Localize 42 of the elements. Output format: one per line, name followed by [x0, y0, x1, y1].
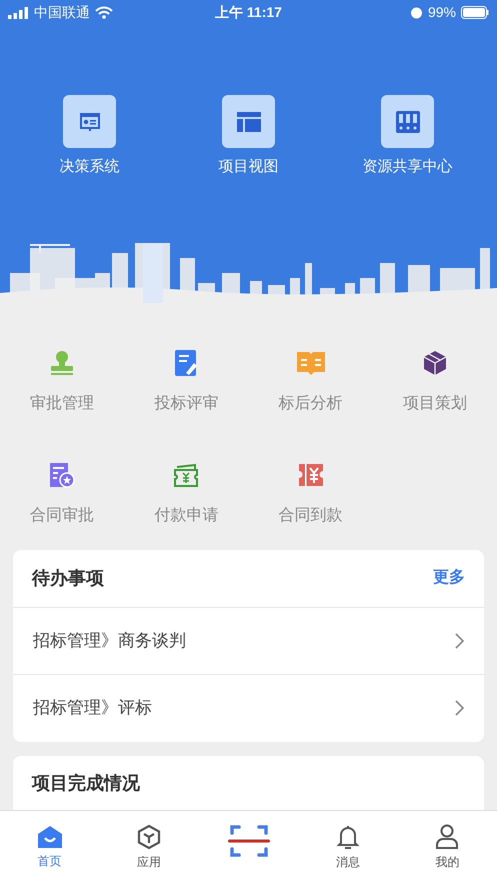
- layout-icon: [236, 112, 260, 132]
- tab-item[interactable]: 我的: [398, 811, 497, 883]
- person-icon: [435, 824, 460, 850]
- todo-item[interactable]: 招标管理》评标: [13, 674, 484, 742]
- binders-icon: [396, 110, 420, 132]
- scan-button[interactable]: [228, 823, 270, 859]
- open-book-icon: [296, 350, 326, 376]
- app-shortcut[interactable]: 审批管理: [0, 348, 124, 416]
- app-shortcut[interactable]: 合同到款: [248, 460, 373, 528]
- wifi-icon: [95, 6, 113, 19]
- document-star-icon: [49, 462, 76, 488]
- shortcut-button[interactable]: 决策系统: [30, 95, 150, 178]
- battery-icon: [461, 6, 489, 19]
- shortcut-button[interactable]: 资源共享中心: [348, 95, 468, 178]
- app-shortcut[interactable]: 付款申请: [124, 460, 248, 528]
- app-shortcut[interactable]: 项目策划: [372, 348, 497, 416]
- app-shortcut[interactable]: 标后分析: [248, 348, 373, 416]
- home-icon: [36, 824, 63, 848]
- tab-item[interactable]: 首页: [0, 811, 100, 883]
- box-icon: [422, 350, 447, 376]
- app-shortcut[interactable]: 投标评审: [124, 348, 248, 416]
- tab-item[interactable]: 应用: [99, 811, 199, 883]
- more-link[interactable]: 更多: [433, 566, 465, 590]
- todo-item[interactable]: 招标管理》商务谈判: [13, 608, 484, 674]
- battery-percent: 99%: [428, 3, 456, 22]
- status-time: 上午 11:17: [214, 3, 283, 22]
- card-title: 待办事项: [32, 566, 104, 590]
- card-title: 项目完成情况: [32, 772, 140, 792]
- tab-item[interactable]: 消息: [298, 811, 398, 883]
- stamp-icon: [50, 350, 74, 376]
- cube-icon: [137, 824, 162, 850]
- money-ticket-icon: [298, 462, 324, 486]
- signal-icon: [8, 6, 29, 18]
- document-edit-icon: [174, 348, 198, 376]
- bell-icon: [336, 824, 360, 850]
- shortcut-button[interactable]: 项目视图: [188, 95, 308, 178]
- chevron-right-icon: [455, 700, 464, 716]
- presentation-icon: [78, 110, 100, 132]
- app-shortcut[interactable]: 合同审批: [0, 460, 124, 528]
- chevron-right-icon: [455, 632, 464, 648]
- money-ticket-icon: [173, 462, 200, 488]
- carrier-name: 中国联通: [34, 3, 90, 22]
